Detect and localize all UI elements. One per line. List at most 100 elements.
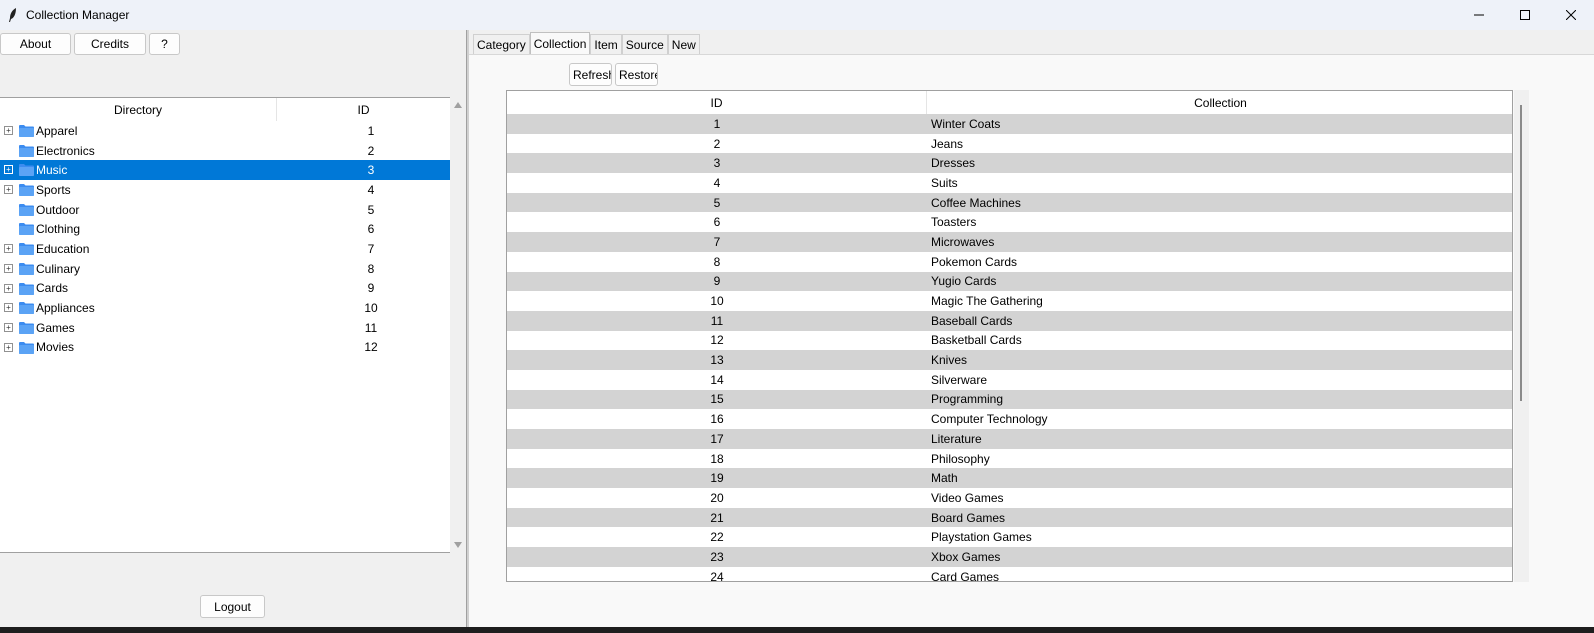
table-row[interactable]: 24 Card Games bbox=[507, 567, 1512, 581]
tab-category[interactable]: Category bbox=[473, 34, 530, 54]
cell-collection: Silverware bbox=[931, 372, 988, 387]
scroll-up-arrow-icon[interactable] bbox=[454, 102, 462, 108]
expand-icon[interactable]: + bbox=[4, 283, 13, 293]
cell-collection: Suits bbox=[931, 175, 958, 190]
folder-icon bbox=[19, 124, 34, 137]
tree-row[interactable]: + Cards 9 bbox=[0, 279, 450, 299]
cell-collection: Knives bbox=[931, 353, 968, 368]
tab-item[interactable]: Item bbox=[590, 34, 622, 54]
cell-id: 15 bbox=[710, 392, 724, 407]
cell-id: 18 bbox=[710, 451, 724, 466]
cell-id: 21 bbox=[710, 510, 724, 525]
table-row[interactable]: 18 Philosophy bbox=[507, 449, 1512, 469]
column-header-collection[interactable]: Collection bbox=[927, 91, 1512, 114]
table-row[interactable]: 9 Yugio Cards bbox=[507, 271, 1512, 292]
cell-collection: Philosophy bbox=[931, 451, 990, 466]
cell-collection: Microwaves bbox=[931, 234, 995, 249]
expand-icon[interactable]: + bbox=[4, 165, 13, 175]
folder-icon bbox=[19, 163, 34, 177]
tree-row[interactable]: + Appliances 10 bbox=[0, 298, 450, 318]
table-row[interactable]: 17 Literature bbox=[507, 429, 1512, 449]
directory-tree[interactable]: Directory ID + Apparel 1 Electronics 2 + Music… bbox=[0, 97, 450, 553]
tree-row[interactable]: + Apparel 1 bbox=[0, 121, 450, 141]
table-row[interactable]: 11 Baseball Cards bbox=[507, 310, 1512, 331]
cell-collection: Playstation Games bbox=[931, 530, 1032, 545]
about-button[interactable]: About bbox=[0, 33, 71, 55]
table-row[interactable]: 3 Dresses bbox=[507, 153, 1512, 174]
cell-id: 1 bbox=[713, 116, 721, 131]
tree-row-label: Cards bbox=[36, 281, 69, 296]
tree-row[interactable]: Clothing 6 bbox=[0, 219, 450, 239]
tree-row[interactable]: + Movies 12 bbox=[0, 338, 450, 358]
column-header-id[interactable]: ID bbox=[507, 91, 927, 114]
cell-collection: Jeans bbox=[931, 136, 964, 151]
expand-icon[interactable]: + bbox=[4, 244, 13, 254]
tree-row[interactable]: + Sports 4 bbox=[0, 180, 450, 200]
tree-row[interactable]: Electronics 2 bbox=[0, 141, 450, 161]
folder-icon bbox=[19, 242, 34, 256]
cell-id: 10 bbox=[710, 294, 724, 309]
cell-collection: Video Games bbox=[931, 490, 1004, 505]
column-header-directory[interactable]: Directory bbox=[0, 98, 277, 121]
tab-source[interactable]: Source bbox=[621, 34, 668, 54]
collection-table[interactable]: ID Collection 1 Winter Coats 2 Jeans 3 Dresse… bbox=[506, 90, 1513, 582]
tree-row-label: Sports bbox=[36, 182, 71, 197]
tree-row[interactable]: + Education 7 bbox=[0, 239, 450, 259]
cell-collection: Coffee Machines bbox=[931, 195, 1021, 210]
expand-icon[interactable]: + bbox=[4, 322, 13, 332]
logout-button[interactable]: Logout bbox=[200, 595, 265, 618]
tab-new[interactable]: New bbox=[667, 34, 700, 54]
credits-button[interactable]: Credits bbox=[74, 33, 146, 55]
tree-row[interactable]: + Music 3 bbox=[0, 160, 450, 181]
table-row[interactable]: 23 Xbox Games bbox=[507, 547, 1512, 567]
cell-id: 7 bbox=[713, 234, 721, 249]
maximize-button[interactable] bbox=[1502, 0, 1548, 30]
expand-icon[interactable]: + bbox=[4, 342, 13, 352]
expand-icon[interactable]: + bbox=[4, 126, 13, 135]
table-row[interactable]: 21 Board Games bbox=[507, 507, 1512, 528]
folder-icon bbox=[19, 282, 34, 295]
tree-scrollbar[interactable] bbox=[451, 97, 466, 553]
left-pane: About Credits ? Directory ID + Apparel 1 El… bbox=[0, 30, 466, 627]
cell-collection: Yugio Cards bbox=[931, 274, 997, 289]
refresh-button[interactable]: Refresh bbox=[569, 63, 612, 86]
scrollbar-thumb[interactable] bbox=[1520, 105, 1522, 401]
table-row[interactable]: 16 Computer Technology bbox=[507, 409, 1512, 429]
table-row[interactable]: 2 Jeans bbox=[507, 134, 1512, 154]
table-row[interactable]: 5 Coffee Machines bbox=[507, 192, 1512, 213]
table-row[interactable]: 1 Winter Coats bbox=[507, 114, 1512, 134]
tree-row[interactable]: Outdoor 5 bbox=[0, 200, 450, 220]
table-row[interactable]: 20 Video Games bbox=[507, 488, 1512, 508]
close-button[interactable] bbox=[1548, 0, 1594, 30]
tab-collection[interactable]: Collection bbox=[529, 32, 591, 54]
expand-icon[interactable]: + bbox=[4, 303, 13, 313]
tree-row-label: Clothing bbox=[36, 222, 81, 237]
expand-icon[interactable]: + bbox=[4, 185, 13, 195]
folder-icon bbox=[19, 341, 34, 354]
tree-row-label: Apparel bbox=[36, 123, 78, 138]
table-row[interactable]: 13 Knives bbox=[507, 350, 1512, 370]
scroll-down-arrow-icon[interactable] bbox=[454, 542, 462, 548]
restore-button[interactable]: Restore bbox=[615, 63, 658, 86]
table-row[interactable]: 15 Programming bbox=[507, 389, 1512, 410]
tree-row-id: 3 bbox=[367, 163, 375, 178]
right-pane: Category Collection Item Source New Refresh … bbox=[469, 30, 1594, 627]
table-row[interactable]: 8 Pokemon Cards bbox=[507, 252, 1512, 272]
table-row[interactable]: 6 Toasters bbox=[507, 212, 1512, 232]
table-row[interactable]: 4 Suits bbox=[507, 173, 1512, 193]
table-row[interactable]: 12 Basketball Cards bbox=[507, 331, 1512, 351]
tree-row-label: Movies bbox=[36, 340, 75, 355]
table-scrollbar[interactable] bbox=[1514, 90, 1529, 582]
minimize-button[interactable] bbox=[1456, 0, 1502, 30]
help-button[interactable]: ? bbox=[149, 33, 180, 55]
table-row[interactable]: 10 Magic The Gathering bbox=[507, 291, 1512, 311]
table-row[interactable]: 14 Silverware bbox=[507, 370, 1512, 390]
table-row[interactable]: 7 Microwaves bbox=[507, 232, 1512, 252]
table-row[interactable]: 22 Playstation Games bbox=[507, 527, 1512, 547]
table-row[interactable]: 19 Math bbox=[507, 468, 1512, 489]
tree-row[interactable]: + Games 11 bbox=[0, 318, 450, 338]
tree-row[interactable]: + Culinary 8 bbox=[0, 259, 450, 279]
column-header-id[interactable]: ID bbox=[277, 98, 450, 121]
background-strip bbox=[0, 627, 1594, 633]
expand-icon[interactable]: + bbox=[4, 263, 13, 273]
